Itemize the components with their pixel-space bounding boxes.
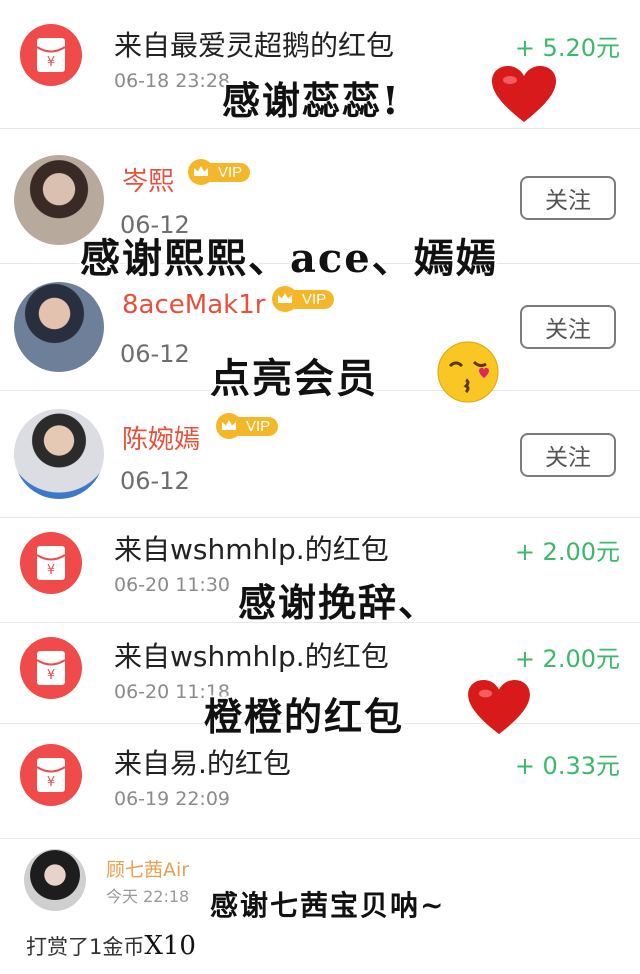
svg-text:¥: ¥ [47, 55, 55, 70]
red-packet-time: 06-20 11:30 [114, 574, 231, 596]
red-packet-time: 06-18 23:28 [114, 70, 231, 92]
red-packet-icon: ¥ [20, 637, 82, 699]
red-packet-amount: + 2.00元 [514, 538, 620, 566]
red-packet-amount: + 2.00元 [514, 645, 620, 673]
svg-text:¥: ¥ [47, 668, 55, 683]
svg-text:¥: ¥ [47, 563, 55, 578]
member-name[interactable]: 陈婉嫣 [122, 419, 200, 456]
red-packet-amount: + 5.20元 [514, 34, 620, 62]
gift-text: 打赏了1金币X10 [26, 931, 196, 961]
caption-thanks-1: 感谢蕊蕊! [222, 78, 401, 123]
crown-icon [216, 413, 242, 439]
gift-description: 打赏了1金币 [26, 935, 145, 959]
red-packet-icon: ¥ [20, 744, 82, 806]
crown-icon [272, 286, 298, 312]
crown-icon [188, 159, 214, 185]
member-date: 06-12 [120, 340, 190, 368]
vip-badge: VIP [272, 286, 335, 312]
red-packet-title: 来自易.的红包 [114, 747, 291, 780]
caption-thanks-5: 感谢七茜宝贝呐~ [210, 889, 446, 922]
red-packet-time: 06-19 22:09 [114, 788, 231, 810]
member-date: 06-12 [120, 467, 190, 495]
gift-multiplier: X10 [144, 931, 196, 961]
caption-vip: 点亮会员 [210, 355, 378, 402]
avatar[interactable] [24, 849, 86, 911]
follow-button[interactable]: 关注 [520, 433, 616, 477]
red-packet-title: 来自wshmhlp.的红包 [114, 640, 389, 673]
red-packet-icon: ¥ [20, 24, 82, 86]
red-packet-title: 来自wshmhlp.的红包 [114, 533, 389, 566]
heart-icon [468, 680, 530, 735]
member-name[interactable]: 岑熙 [122, 161, 174, 198]
member-name[interactable]: 8aceMak1r [122, 290, 265, 320]
gift-sender-name[interactable]: 顾七茜Air [106, 855, 189, 882]
caption-thanks-2: 感谢熙熙、ace、嫣嫣 [80, 235, 498, 282]
red-packet-amount: + 0.33元 [514, 752, 620, 780]
caption-thanks-4: 橙橙的红包 [204, 694, 405, 739]
vip-badge: VIP [216, 413, 279, 439]
red-packet-icon: ¥ [20, 532, 82, 594]
red-packet-title: 来自最爱灵超鹅的红包 [114, 29, 395, 62]
gift-time: 今天 22:18 [106, 887, 190, 906]
avatar[interactable] [14, 282, 104, 372]
avatar[interactable] [14, 409, 104, 499]
member-row[interactable]: 陈婉嫣 VIP 06-12 关注 [0, 391, 640, 517]
follow-button[interactable]: 关注 [520, 305, 616, 349]
svg-text:¥: ¥ [47, 775, 55, 790]
kiss-emoji-icon [437, 341, 499, 403]
follow-button[interactable]: 关注 [520, 176, 616, 220]
heart-icon [492, 66, 556, 122]
caption-thanks-3: 感谢挽辞、 [238, 580, 439, 625]
vip-badge: VIP [188, 159, 251, 185]
divider [0, 128, 640, 129]
